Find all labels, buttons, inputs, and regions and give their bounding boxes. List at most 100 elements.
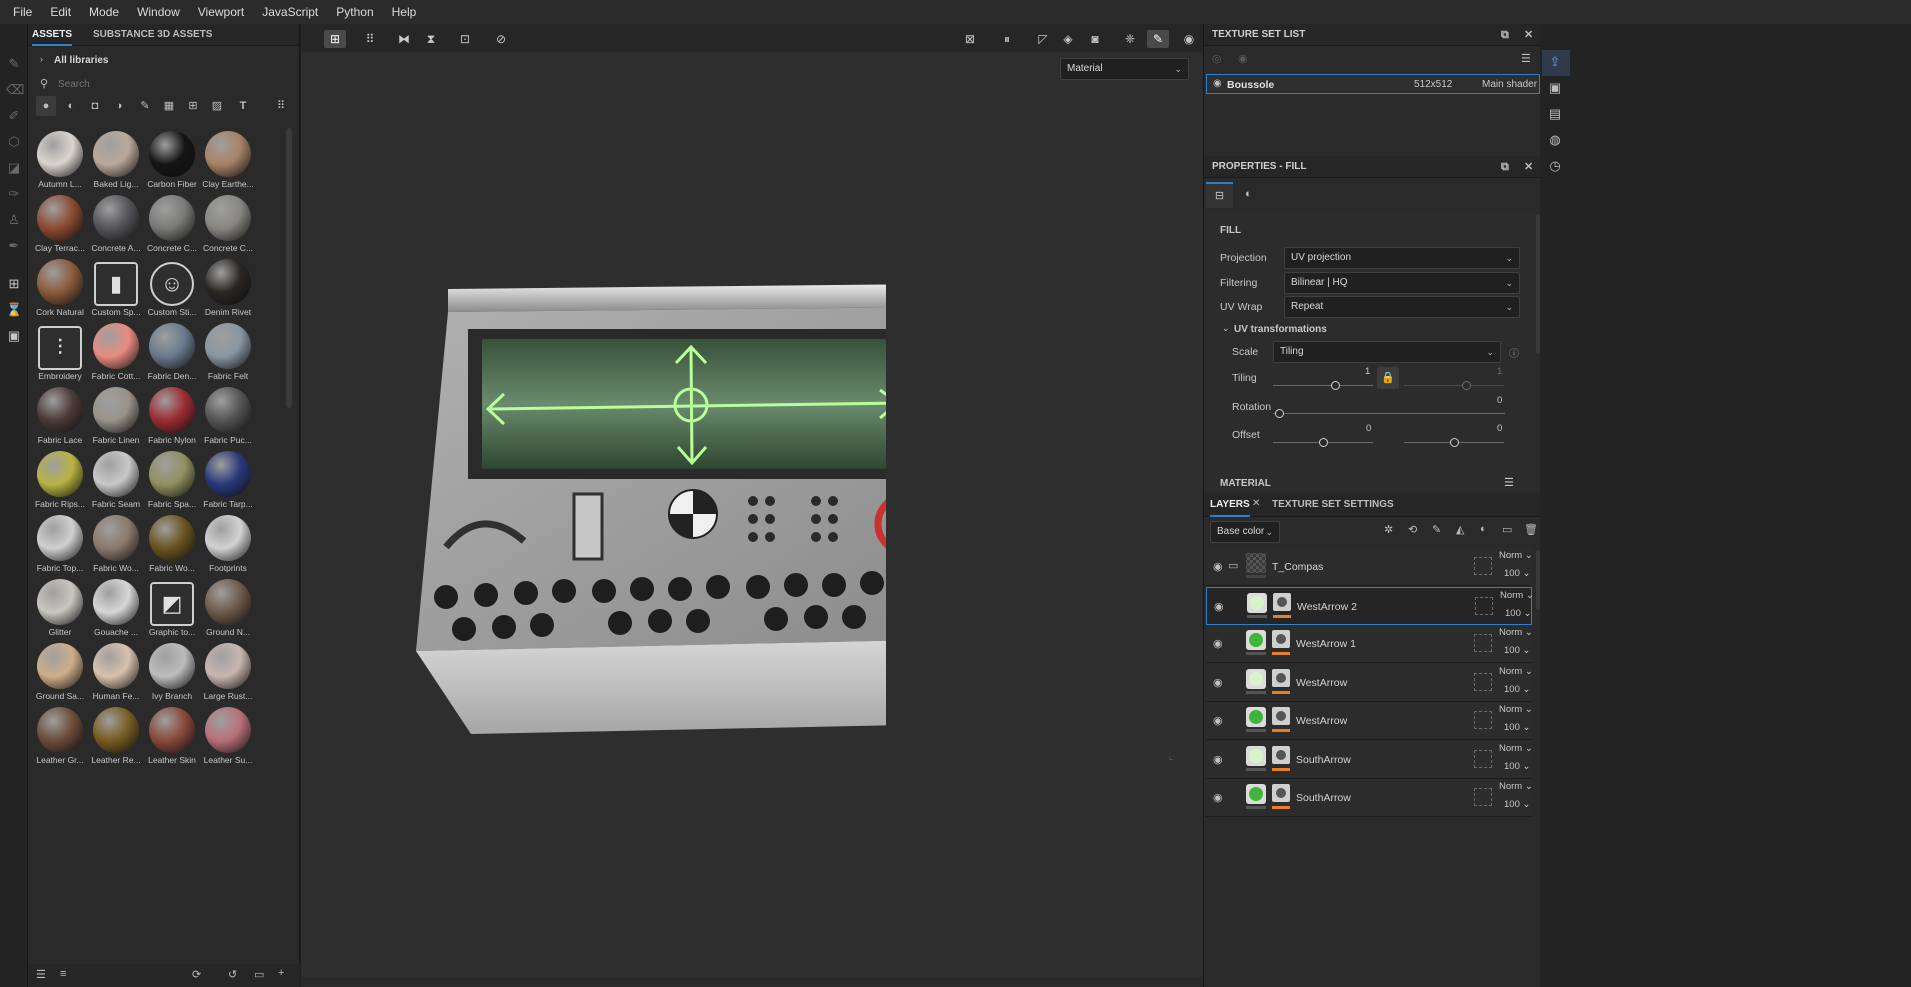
tab-texture-set-settings[interactable]: TEXTURE SET SETTINGS xyxy=(1272,493,1394,517)
opacity-field[interactable]: 100 ⌄ xyxy=(1505,608,1531,619)
asset-thumbnail[interactable]: Carbon Fiber xyxy=(144,128,200,192)
add-mask-icon[interactable]: ◐ xyxy=(1480,523,1487,535)
tiling-value[interactable]: 1 xyxy=(1365,366,1370,377)
layer-row[interactable]: ◉ WestArrow 1 Norm ⌄ 100 ⌄ xyxy=(1206,625,1533,663)
asset-thumbnail[interactable]: Concrete C... xyxy=(200,192,256,256)
layer-row[interactable]: ◉ SouthArrow Norm ⌄ 100 ⌄ xyxy=(1206,779,1533,817)
lighting-icon[interactable]: ❈ xyxy=(1121,30,1139,48)
lock-icon[interactable]: 🔒 xyxy=(1377,367,1399,389)
texture-set-row[interactable]: ◉ Boussole 512x512 Main shader xyxy=(1206,74,1540,94)
menu-icon[interactable]: ☰ xyxy=(1521,52,1531,65)
asset-thumbnail[interactable]: Leather Skin xyxy=(144,704,200,768)
layer-row[interactable]: ◉ WestArrow Norm ⌄ 100 ⌄ xyxy=(1206,702,1533,740)
asset-thumbnail[interactable]: Fabric Cott... xyxy=(88,320,144,384)
list-view-icon[interactable]: ☰ xyxy=(36,968,46,981)
asset-thumbnail[interactable]: Fabric Seam xyxy=(88,448,144,512)
blend-mode-dropdown[interactable]: Norm ⌄ xyxy=(1499,743,1533,754)
eye-hidden-icon[interactable]: ◎ xyxy=(1212,52,1222,65)
blend-mode-dropdown[interactable]: Norm ⌄ xyxy=(1499,550,1533,561)
asset-thumbnail[interactable]: Human Fe... xyxy=(88,640,144,704)
asset-thumbnail[interactable]: Clay Earthe... xyxy=(200,128,256,192)
blend-mode-dropdown[interactable]: Norm ⌄ xyxy=(1499,704,1533,715)
menu-file[interactable]: File xyxy=(4,0,41,24)
magic-wand-icon[interactable]: ✲ xyxy=(1384,523,1393,536)
asset-thumbnail[interactable]: Clay Terrac... xyxy=(32,192,88,256)
alpha-filter-icon[interactable]: ▦ xyxy=(160,96,178,116)
asset-thumbnail[interactable]: Footprints xyxy=(200,512,256,576)
screenshot-icon[interactable]: ◉ xyxy=(1180,30,1198,48)
asset-thumbnail[interactable]: Leather Su... xyxy=(200,704,256,768)
uv-transformations-header[interactable]: UV transformations xyxy=(1234,324,1327,335)
asset-thumbnail[interactable]: ▮ Custom Sp... xyxy=(88,256,144,320)
offset-value-2[interactable]: 0 xyxy=(1497,423,1502,434)
asset-thumbnail[interactable]: Fabric Puc... xyxy=(200,384,256,448)
eye-icon[interactable]: ◉ xyxy=(1213,753,1223,766)
asset-thumbnail[interactable]: Fabric Spa... xyxy=(144,448,200,512)
asset-thumbnail[interactable]: Ground N... xyxy=(200,576,256,640)
geometry-mask-icon[interactable]: ⬡ xyxy=(6,134,22,150)
asset-thumbnail[interactable]: Leather Re... xyxy=(88,704,144,768)
offset-value[interactable]: 0 xyxy=(1366,423,1371,434)
material-tab-icon[interactable]: ◐ xyxy=(1235,182,1262,208)
opacity-field[interactable]: 100 ⌄ xyxy=(1504,761,1530,772)
text-filter-icon[interactable]: T xyxy=(234,96,252,116)
paint-brush-icon[interactable]: ✎ xyxy=(6,56,22,72)
add-icon[interactable]: + xyxy=(278,967,284,979)
eye-icon[interactable]: ◉ xyxy=(1214,600,1224,613)
offset-u-slider[interactable] xyxy=(1273,438,1373,447)
asset-thumbnail[interactable]: Gouache ... xyxy=(88,576,144,640)
camera-icon[interactable]: ◙ xyxy=(1086,30,1104,48)
grid-texture-filter-icon[interactable]: ⊞ xyxy=(184,96,202,116)
frame-icon[interactable]: ⊡ xyxy=(456,30,474,48)
asset-thumbnail[interactable]: Ivy Branch xyxy=(144,640,200,704)
eye-icon[interactable]: ◉ xyxy=(1213,560,1223,573)
asset-thumbnail[interactable]: Fabric Wo... xyxy=(144,512,200,576)
tiling-value-2[interactable]: 1 xyxy=(1497,366,1502,377)
eye-icon[interactable]: ◉ xyxy=(1213,714,1223,727)
delete-icon[interactable]: 🗑 xyxy=(1524,523,1538,536)
breadcrumb-all-libraries[interactable]: All libraries xyxy=(54,55,108,66)
projection-dropdown[interactable]: UV projection ⌄ xyxy=(1284,247,1520,269)
export-icon[interactable]: ⇪ xyxy=(1543,51,1567,73)
menu-icon[interactable]: ☰ xyxy=(1504,476,1514,489)
close-icon[interactable]: ✕ xyxy=(1524,156,1533,178)
uvwrap-dropdown[interactable]: Repeat ⌄ xyxy=(1284,296,1520,318)
asset-thumbnail[interactable]: Autumn L... xyxy=(32,128,88,192)
asset-thumbnail[interactable]: Fabric Lace xyxy=(32,384,88,448)
asset-thumbnail[interactable]: Fabric Wo... xyxy=(88,512,144,576)
add-folder-icon[interactable]: ▭ xyxy=(1502,523,1512,536)
asset-thumbnail[interactable]: ⫶ Embroidery xyxy=(32,320,88,384)
asset-thumbnail[interactable]: Glitter xyxy=(32,576,88,640)
viewport-material-dropdown[interactable]: Material ⌄ xyxy=(1060,58,1189,80)
tab-assets[interactable]: ASSETS xyxy=(32,24,73,46)
asset-thumbnail[interactable]: Leather Gr... xyxy=(32,704,88,768)
hourglass-icon[interactable]: ⌛ xyxy=(6,302,22,318)
projection-icon[interactable]: ✐ xyxy=(6,108,22,124)
asset-thumbnail[interactable]: Denim Rivet xyxy=(200,256,256,320)
float-panel-icon[interactable]: ⧉ xyxy=(1501,156,1509,178)
tab-substance-3d-assets[interactable]: SUBSTANCE 3D ASSETS xyxy=(93,24,212,46)
asset-thumbnail[interactable]: Ground Sa... xyxy=(32,640,88,704)
info-icon[interactable]: ⓘ xyxy=(1509,345,1519,360)
rotation-slider[interactable] xyxy=(1273,409,1505,418)
details-view-icon[interactable]: ≡ xyxy=(60,968,66,980)
mirror-x-icon[interactable]: ⧓ xyxy=(395,30,413,48)
viewport-3d[interactable]: ⊞ ⠿ ⧓ ⧗ ⊡ ⊘ ⊠ ⏸ ◸ ◈ ◙ ❈ ✎ ◉ Material ⌄ ⌞ xyxy=(301,24,1203,987)
menu-mode[interactable]: Mode xyxy=(80,0,128,24)
tiling-slider-2-handle[interactable] xyxy=(1462,381,1471,390)
eye-icon[interactable]: ◉ xyxy=(1213,78,1222,89)
channel-dropdown[interactable]: Base color ⌄ xyxy=(1210,521,1280,543)
material-filter-icon[interactable]: ● xyxy=(36,96,56,116)
tab-layers[interactable]: LAYERS xyxy=(1210,493,1250,517)
opacity-field[interactable]: 100 ⌄ xyxy=(1504,684,1530,695)
asset-thumbnail[interactable]: Fabric Rips... xyxy=(32,448,88,512)
opacity-field[interactable]: 100 ⌄ xyxy=(1504,645,1530,656)
filtering-dropdown[interactable]: Bilinear | HQ ⌄ xyxy=(1284,272,1520,294)
viewport-horizontal-scroll[interactable] xyxy=(301,977,1203,987)
tiling-slider-2[interactable] xyxy=(1404,381,1504,390)
display-settings-icon[interactable]: ▣ xyxy=(1543,77,1567,99)
smart-material-filter-icon[interactable]: ◐ xyxy=(62,96,80,116)
reset-view-icon[interactable]: ⊘ xyxy=(492,30,510,48)
display-mode-icon[interactable]: ◸ xyxy=(1034,30,1052,48)
asset-thumbnail[interactable]: Fabric Linen xyxy=(88,384,144,448)
